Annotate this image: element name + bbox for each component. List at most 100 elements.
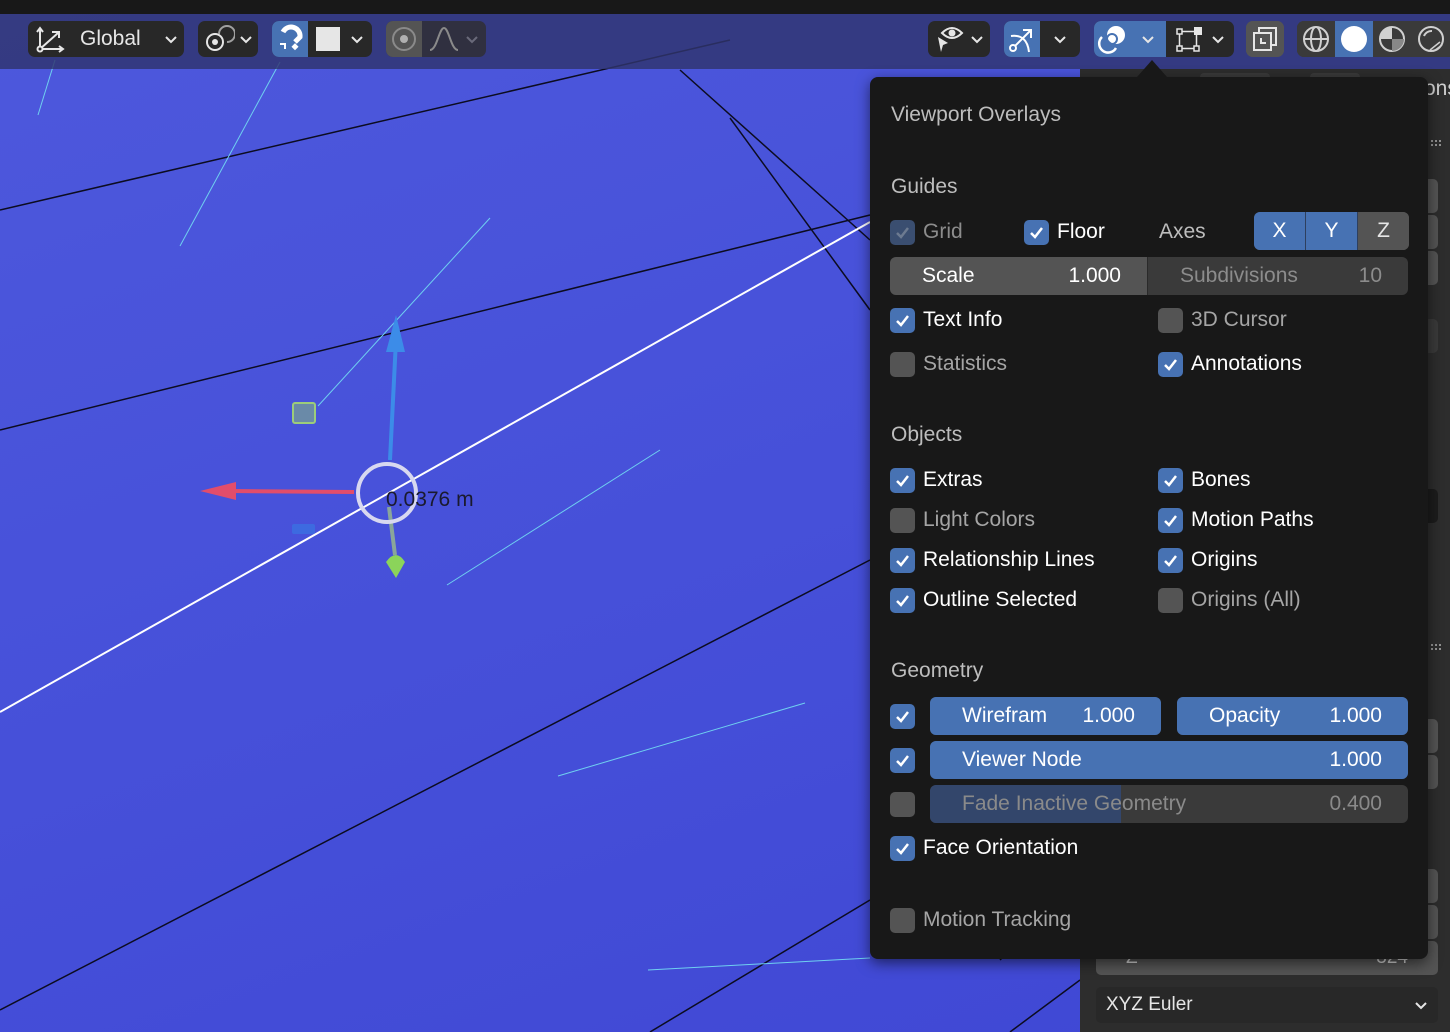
overlays-dropdown[interactable] bbox=[1130, 21, 1166, 57]
plane-handle-xy[interactable] bbox=[292, 524, 315, 534]
face-orientation-checkbox[interactable]: Face Orientation bbox=[890, 833, 1078, 863]
fade-inactive-value: 0.400 bbox=[1329, 792, 1382, 815]
checkbox[interactable] bbox=[1158, 307, 1183, 333]
mesh-edit-overlays-dropdown[interactable] bbox=[1166, 21, 1234, 57]
axis-y-toggle[interactable]: Y bbox=[1306, 212, 1358, 250]
checkbox[interactable] bbox=[890, 703, 915, 729]
checkbox[interactable] bbox=[1158, 351, 1183, 377]
fade-inactive-slider[interactable]: Fade Inactive Geometry 0.400 bbox=[930, 785, 1408, 823]
origins-all-checkbox[interactable]: Origins (All) bbox=[1158, 585, 1301, 615]
fade-inactive-checkbox[interactable] bbox=[890, 789, 923, 819]
xray-button[interactable] bbox=[1246, 21, 1284, 57]
light-colors-checkbox[interactable]: Light Colors bbox=[890, 505, 1035, 535]
xray-toggle[interactable] bbox=[1246, 21, 1284, 57]
grid-checkbox[interactable]: Grid bbox=[890, 217, 963, 247]
checkmark-icon bbox=[1164, 474, 1177, 487]
mesh-edge bbox=[0, 214, 871, 431]
magnet-icon bbox=[280, 24, 303, 51]
relationship-line bbox=[317, 217, 491, 407]
plane-handle-yz[interactable] bbox=[292, 402, 316, 424]
checkbox[interactable] bbox=[890, 547, 915, 573]
floor-checkbox[interactable]: Floor bbox=[1024, 217, 1105, 247]
3d-cursor-checkbox[interactable]: 3D Cursor bbox=[1158, 305, 1287, 335]
pivot-point-button[interactable] bbox=[198, 21, 258, 57]
overlays-toggle[interactable] bbox=[1094, 21, 1130, 57]
statistics-checkbox[interactable]: Statistics bbox=[890, 349, 1007, 379]
relationship-lines-checkbox[interactable]: Relationship Lines bbox=[890, 545, 1095, 575]
pivot-point-dropdown[interactable] bbox=[198, 21, 258, 57]
extras-checkbox[interactable]: Extras bbox=[890, 465, 983, 495]
gizmo-toggle[interactable] bbox=[1004, 21, 1040, 57]
motion-tracking-checkbox[interactable]: Motion Tracking bbox=[890, 905, 1071, 935]
checkbox[interactable] bbox=[890, 507, 915, 533]
grid-scale-value: 1.000 bbox=[1068, 264, 1121, 287]
chevron-down-icon bbox=[240, 36, 252, 44]
measurement-readout: 0.0376 m bbox=[386, 488, 474, 511]
checkbox[interactable] bbox=[890, 835, 915, 861]
wireframe-value: 1.000 bbox=[1082, 704, 1135, 727]
x-arrow-icon[interactable] bbox=[200, 482, 236, 500]
checkbox[interactable] bbox=[890, 307, 915, 333]
checkbox[interactable] bbox=[890, 351, 915, 377]
axis-x-toggle[interactable]: X bbox=[1254, 212, 1306, 250]
shading-rendered-button[interactable] bbox=[1411, 21, 1450, 57]
wireframe-slider[interactable]: Wirefram 1.000 bbox=[930, 697, 1161, 735]
checkbox[interactable] bbox=[890, 587, 915, 613]
mesh-edit-overlay-icon bbox=[1176, 27, 1202, 52]
proportional-edit-toggle[interactable] bbox=[386, 21, 422, 57]
origins-checkbox[interactable]: Origins bbox=[1158, 545, 1258, 575]
snap-target-dropdown[interactable] bbox=[308, 21, 372, 57]
grid-scale-field[interactable]: Scale 1.000 bbox=[890, 257, 1147, 295]
checkbox[interactable] bbox=[1158, 547, 1183, 573]
x-axis-handle[interactable] bbox=[229, 489, 355, 494]
viewer-node-label: Viewer Node bbox=[962, 748, 1082, 771]
annotations-checkbox[interactable]: Annotations bbox=[1158, 349, 1302, 379]
checkmark-icon bbox=[896, 474, 909, 487]
shading-wireframe-button[interactable] bbox=[1297, 21, 1335, 57]
selectability-visibility-button[interactable] bbox=[928, 21, 990, 57]
chevron-down-icon bbox=[1054, 36, 1066, 44]
panel-grip-icon[interactable] bbox=[1430, 643, 1442, 651]
transform-orientation-button[interactable]: Global bbox=[28, 21, 184, 57]
transform-orientation-dropdown[interactable]: Global bbox=[28, 21, 184, 57]
outline-selected-checkbox[interactable]: Outline Selected bbox=[890, 585, 1077, 615]
axis-z-toggle[interactable]: Z bbox=[1358, 212, 1409, 250]
bones-checkbox[interactable]: Bones bbox=[1158, 465, 1251, 495]
checkmark-icon bbox=[896, 226, 909, 239]
motion-paths-checkbox[interactable]: Motion Paths bbox=[1158, 505, 1314, 535]
checkbox[interactable] bbox=[890, 747, 915, 773]
selectability-visibility-icon bbox=[938, 27, 964, 52]
checkbox[interactable] bbox=[1158, 467, 1183, 493]
viewer-node-checkbox[interactable] bbox=[890, 745, 923, 775]
y-arrow-icon[interactable] bbox=[386, 555, 405, 578]
checkbox[interactable] bbox=[1158, 507, 1183, 533]
y-axis-handle[interactable] bbox=[387, 506, 397, 556]
motion-paths-label: Motion Paths bbox=[1191, 508, 1314, 531]
rotation-mode-dropdown[interactable]: XYZ Euler bbox=[1096, 987, 1438, 1023]
checkbox[interactable] bbox=[890, 467, 915, 493]
selected-edge bbox=[0, 221, 871, 713]
checkbox[interactable] bbox=[890, 907, 915, 933]
selectability-visibility-dropdown[interactable] bbox=[928, 21, 990, 57]
section-title-guides: Guides bbox=[891, 175, 958, 198]
checkmark-icon bbox=[896, 710, 909, 723]
panel-grip-icon[interactable] bbox=[1430, 139, 1442, 147]
chevron-down-icon bbox=[1415, 1002, 1427, 1010]
proportional-edit-icon bbox=[392, 27, 416, 51]
text-info-checkbox[interactable]: Text Info bbox=[890, 305, 1002, 335]
grid-subdivisions-field[interactable]: Subdivisions 10 bbox=[1147, 257, 1408, 295]
proportional-falloff-dropdown[interactable] bbox=[422, 21, 486, 57]
checkbox[interactable] bbox=[890, 219, 915, 245]
checkbox[interactable] bbox=[1024, 219, 1049, 245]
viewer-node-slider[interactable]: Viewer Node 1.000 bbox=[930, 741, 1408, 779]
snap-toggle[interactable] bbox=[272, 21, 308, 57]
checkbox[interactable] bbox=[890, 791, 915, 817]
shading-material-button[interactable] bbox=[1373, 21, 1411, 57]
gizmo-dropdown[interactable] bbox=[1040, 21, 1080, 57]
mesh-edge bbox=[729, 117, 871, 311]
shading-solid-button[interactable] bbox=[1335, 21, 1373, 57]
z-axis-handle[interactable] bbox=[388, 339, 398, 461]
checkbox[interactable] bbox=[1158, 587, 1183, 613]
wireframe-checkbox[interactable] bbox=[890, 701, 923, 731]
wireframe-opacity-slider[interactable]: Opacity 1.000 bbox=[1177, 697, 1408, 735]
